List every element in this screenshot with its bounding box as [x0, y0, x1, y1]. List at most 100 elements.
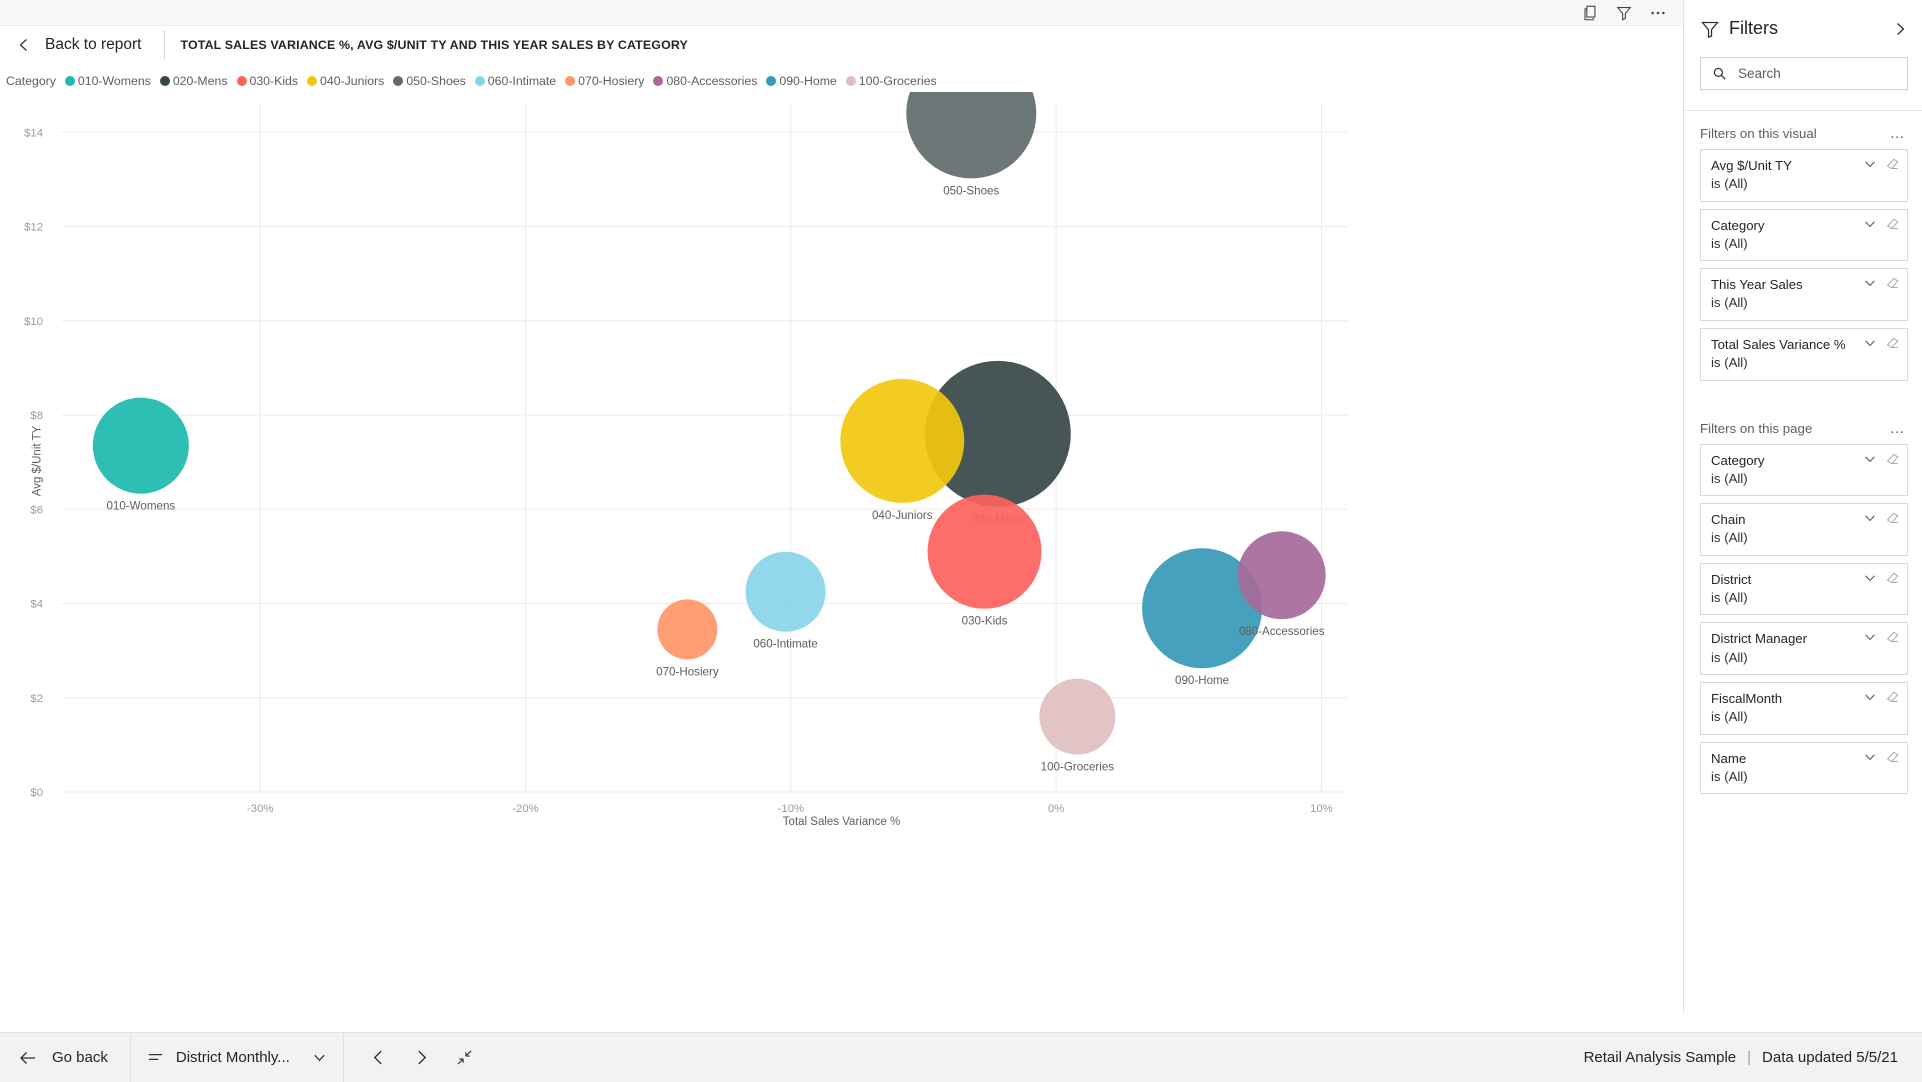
bubble-circle[interactable]: [927, 494, 1042, 609]
y-axis-tick: $6: [30, 504, 43, 516]
chevron-right-icon[interactable]: [1892, 21, 1908, 37]
chevron-down-icon[interactable]: [1863, 630, 1877, 644]
go-back-button[interactable]: Go back: [0, 1033, 130, 1082]
bubble-circle[interactable]: [1039, 678, 1116, 755]
filter-card-district-manager[interactable]: District Manager is (All): [1700, 622, 1908, 675]
x-axis-tick: 0%: [1048, 803, 1064, 815]
chevron-down-icon[interactable]: [1863, 452, 1877, 466]
chevron-down-icon[interactable]: [1863, 690, 1877, 704]
bubble-030-kids[interactable]: 030-Kids: [927, 494, 1042, 628]
clear-filter-icon[interactable]: [1886, 157, 1900, 171]
legend-item-060-intimate[interactable]: 060-Intimate: [474, 74, 556, 88]
legend-item-100-groceries[interactable]: 100-Groceries: [845, 74, 937, 88]
filter-card-chain[interactable]: Chain is (All): [1700, 503, 1908, 556]
filter-card-name[interactable]: Name is (All): [1700, 741, 1908, 795]
legend-item-010-womens[interactable]: 010-Womens: [64, 74, 151, 88]
bubble-circle[interactable]: [657, 599, 718, 660]
filter-card-value: is (All): [1711, 295, 1748, 311]
bubble-label: 090-Home: [1175, 674, 1229, 687]
clear-filter-icon[interactable]: [1886, 690, 1900, 704]
filter-group-title: Filters on this page: [1700, 420, 1813, 436]
clear-filter-icon[interactable]: [1886, 630, 1900, 644]
filters-pane: Filters Search Filters on this visual … Av…: [1683, 0, 1922, 1012]
filter-card-controls: [1863, 336, 1900, 350]
chevron-down-icon[interactable]: [312, 1050, 327, 1065]
chevron-down-icon[interactable]: [1863, 750, 1877, 764]
filter-card-avg-unit-ty[interactable]: Avg $/Unit TY is (All): [1700, 149, 1908, 202]
legend-item-040-juniors[interactable]: 040-Juniors: [307, 74, 384, 88]
exit-fullscreen-icon[interactable]: [456, 1049, 473, 1066]
legend-item-label: 050-Shoes: [406, 74, 466, 88]
powerbi-report-page: Back to report TOTAL SALES VARIANCE %, A…: [0, 0, 1922, 1082]
bubble-circle[interactable]: [745, 551, 826, 632]
x-axis-tick: 10%: [1310, 803, 1333, 815]
filter-card-value: is (All): [1711, 355, 1748, 371]
bubble-circle[interactable]: [1237, 531, 1326, 620]
filter-card-district[interactable]: District is (All): [1700, 562, 1908, 616]
copy-visual-icon[interactable]: [1581, 4, 1599, 22]
clear-filter-icon[interactable]: [1886, 452, 1900, 466]
chevron-down-icon[interactable]: [1863, 217, 1877, 231]
clear-filter-icon[interactable]: [1886, 217, 1900, 231]
clear-filter-icon[interactable]: [1886, 336, 1900, 350]
legend-item-090-home[interactable]: 090-Home: [766, 74, 837, 88]
bubble-chart-canvas[interactable]: $0$2$4$6$8$10$12$14-30%-20%-10%0%10%020-…: [0, 92, 1683, 830]
clear-filter-icon[interactable]: [1886, 750, 1900, 764]
bubble-circle[interactable]: [906, 92, 1037, 179]
bubble-circle[interactable]: [92, 397, 189, 494]
bubble-070-hosiery[interactable]: 070-Hosiery: [656, 599, 719, 678]
bubble-label: 070-Hosiery: [656, 665, 719, 678]
legend-item-030-kids[interactable]: 030-Kids: [236, 74, 298, 88]
clear-filter-icon[interactable]: [1886, 511, 1900, 525]
previous-page-icon[interactable]: [370, 1049, 387, 1066]
data-updated-label: Data updated 5/5/21: [1762, 1049, 1898, 1066]
filter-group-more-icon[interactable]: …: [1890, 421, 1906, 436]
legend-item-050-shoes[interactable]: 050-Shoes: [393, 74, 466, 88]
legend-swatch-icon: [474, 76, 485, 86]
chevron-down-icon[interactable]: [1863, 571, 1877, 585]
more-options-icon[interactable]: [1649, 4, 1667, 22]
filter-icon[interactable]: [1615, 4, 1633, 22]
filters-search-box[interactable]: Search: [1700, 57, 1908, 90]
filters-search-placeholder: Search: [1738, 66, 1781, 81]
next-page-icon[interactable]: [413, 1049, 430, 1066]
back-to-report-button[interactable]: Back to report: [0, 26, 142, 63]
filter-card-value: is (All): [1711, 649, 1748, 665]
filters-pane-title: Filters: [1729, 18, 1778, 38]
filter-group-more-icon[interactable]: …: [1890, 126, 1906, 141]
chevron-down-icon[interactable]: [1863, 511, 1877, 525]
bubble-060-intimate[interactable]: 060-Intimate: [745, 551, 826, 651]
clear-filter-icon[interactable]: [1886, 571, 1900, 585]
filter-card-controls: [1863, 452, 1900, 466]
bubble-label: 010-Womens: [106, 500, 175, 513]
filter-card-controls: [1863, 511, 1900, 525]
bubble-040-juniors[interactable]: 040-Juniors: [840, 378, 965, 522]
legend-item-070-hosiery[interactable]: 070-Hosiery: [565, 74, 644, 88]
visual-header-actions: [1581, 0, 1667, 26]
legend-item-020-mens[interactable]: 020-Mens: [159, 74, 228, 88]
clear-filter-icon[interactable]: [1886, 276, 1900, 290]
legend-item-label: 020-Mens: [172, 74, 228, 88]
filter-card-controls: [1863, 276, 1900, 290]
filter-group-header: Filters on this page …: [1684, 406, 1922, 444]
chevron-down-icon[interactable]: [1863, 336, 1877, 350]
bubble-050-shoes[interactable]: 050-Shoes: [906, 92, 1037, 197]
bubble-010-womens[interactable]: 010-Womens: [92, 397, 189, 513]
page-selector[interactable]: District Monthly...: [131, 1033, 343, 1082]
filter-card-category[interactable]: Category is (All): [1700, 443, 1908, 497]
chevron-down-icon[interactable]: [1863, 276, 1877, 290]
chevron-left-icon: [16, 37, 32, 53]
x-axis-tick: -10%: [778, 803, 804, 815]
filter-card-controls: [1863, 690, 1900, 704]
chevron-down-icon[interactable]: [1863, 157, 1877, 171]
filter-card-this-year-sales[interactable]: This Year Sales is (All): [1700, 268, 1908, 321]
filter-card-fiscalmonth[interactable]: FiscalMonth is (All): [1700, 682, 1908, 735]
page-title: TOTAL SALES VARIANCE %, AVG $/UNIT TY AN…: [180, 37, 688, 52]
bubble-chart[interactable]: Avg $/Unit TY Total Sales Variance % $0 $…: [0, 92, 1683, 830]
bubble-100-groceries[interactable]: 100-Groceries: [1039, 678, 1116, 774]
filter-card-total-sales-variance[interactable]: Total Sales Variance % is (All): [1700, 327, 1908, 381]
report-header: Back to report TOTAL SALES VARIANCE %, A…: [0, 26, 1683, 63]
bubble-circle[interactable]: [840, 378, 965, 503]
filter-card-category[interactable]: Category is (All): [1700, 208, 1908, 262]
legend-item-080-accessories[interactable]: 080-Accessories: [653, 74, 757, 88]
